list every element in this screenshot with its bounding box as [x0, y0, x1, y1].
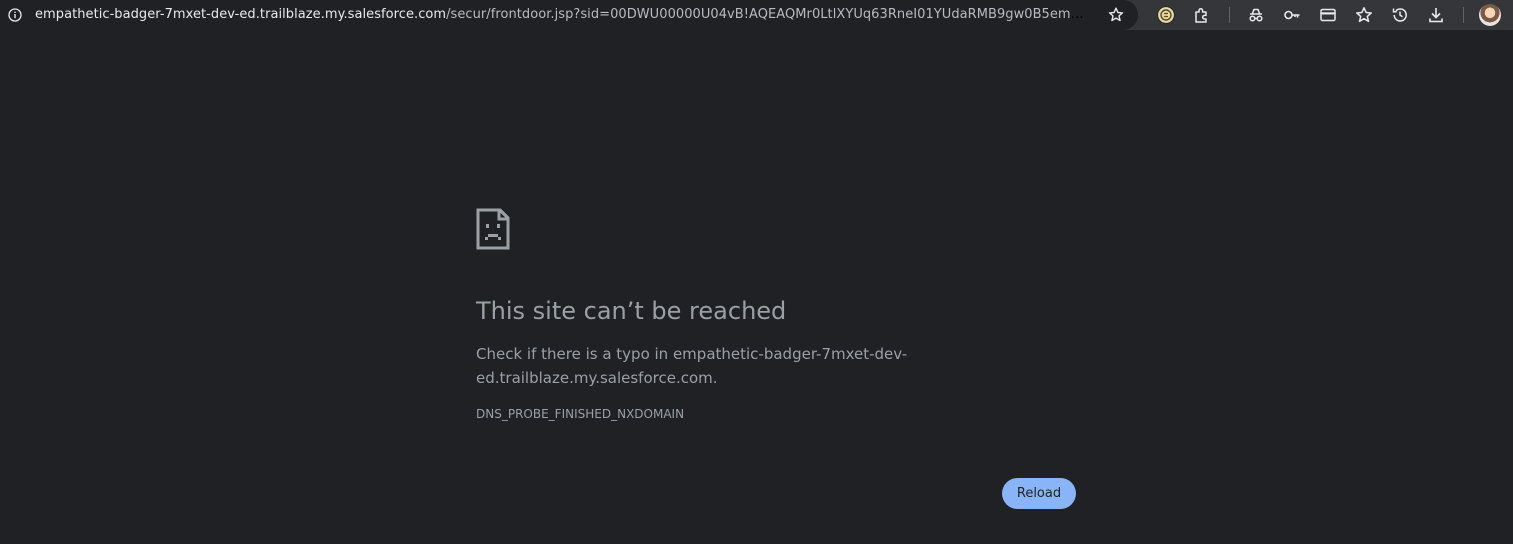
error-description: Check if there is a typo in empathetic-b… [476, 345, 908, 387]
extension-coin-icon[interactable] [1156, 5, 1176, 25]
incognito-icon[interactable] [1246, 5, 1266, 25]
reload-button[interactable]: Reload [1002, 478, 1076, 509]
sad-page-icon [476, 208, 510, 250]
error-title: This site can’t be reached [476, 297, 787, 325]
extensions-icon[interactable] [1192, 5, 1212, 25]
url-path: /secur/frontdoor.jsp?sid=00DWU00000U04vB… [446, 7, 1090, 22]
history-icon[interactable] [1390, 5, 1410, 25]
bookmark-star-icon[interactable] [1107, 6, 1125, 24]
profile-avatar[interactable] [1479, 4, 1501, 26]
address-bar[interactable]: empathetic-badger-7mxet-dev-ed.trailblaz… [0, 0, 1138, 30]
toolbar-divider [1229, 7, 1230, 23]
bookmarks-icon[interactable] [1354, 5, 1374, 25]
error-code: DNS_PROBE_FINISHED_NXDOMAIN [476, 407, 685, 421]
payment-card-icon[interactable] [1318, 5, 1338, 25]
url-host: empathetic-badger-7mxet-dev-ed.trailblaz… [35, 7, 447, 22]
info-icon[interactable] [8, 8, 22, 22]
url-text[interactable]: empathetic-badger-7mxet-dev-ed.trailblaz… [35, 7, 1090, 23]
error-page [0, 30, 1513, 544]
downloads-icon[interactable] [1426, 5, 1446, 25]
browser-toolbar: empathetic-badger-7mxet-dev-ed.trailblaz… [0, 0, 1513, 30]
toolbar-divider [1463, 7, 1464, 23]
password-key-icon[interactable] [1282, 5, 1302, 25]
